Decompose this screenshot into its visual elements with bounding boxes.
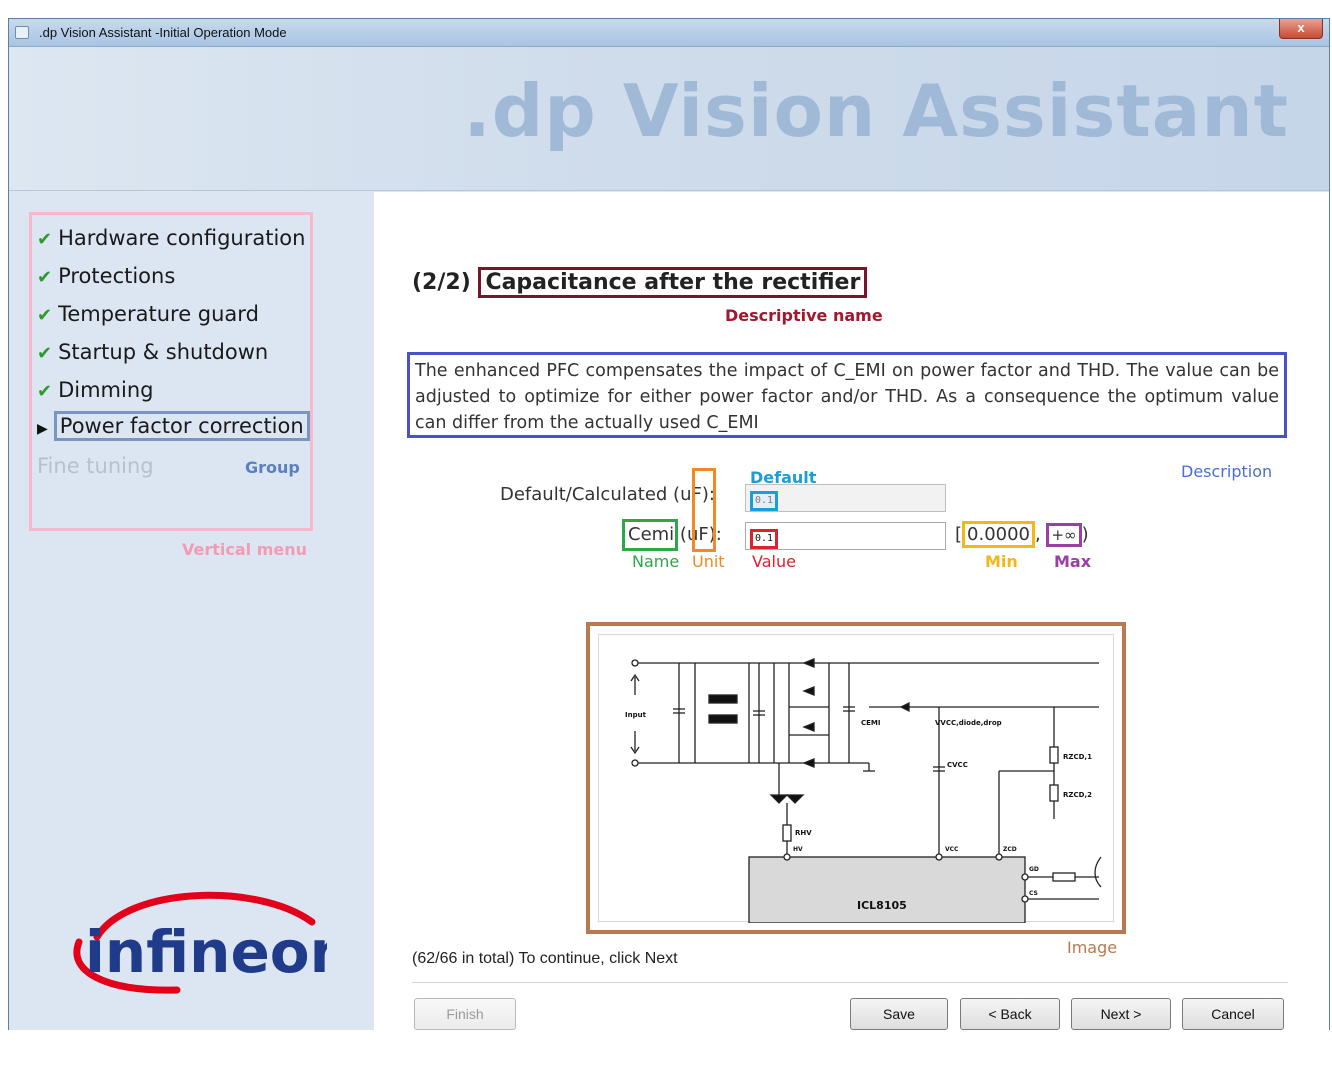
- window-title: .dp Vision Assistant -Initial Operation …: [39, 25, 287, 40]
- schematic-cvcc-label: CVCC: [947, 761, 968, 769]
- unit-highlight: [692, 468, 716, 552]
- schematic-image: Input CEMI VVCC,diode,drop CVCC RZCD,1 R…: [598, 634, 1114, 924]
- range-label: [0.0000, +∞): [955, 521, 1089, 548]
- current-arrow-icon: ▶: [37, 421, 48, 437]
- vertical-menu: [29, 212, 313, 531]
- annotation-unit: Unit: [692, 552, 725, 571]
- cancel-button[interactable]: Cancel: [1182, 998, 1284, 1030]
- schematic-rzcd1-label: RZCD,1: [1063, 753, 1092, 761]
- schematic-chip-label: ICL8105: [857, 899, 907, 912]
- application-window: .dp Vision Assistant -Initial Operation …: [8, 18, 1330, 1030]
- description-text: The enhanced PFC compensates the impact …: [407, 352, 1287, 438]
- schematic-pin-hv: HV: [793, 846, 803, 853]
- range-separator: ,: [1035, 524, 1041, 545]
- menu-item-label: Hardware configuration: [58, 226, 306, 250]
- default-label: Default/Calculated (uF):: [500, 484, 715, 505]
- infineon-logo: infineon: [73, 891, 327, 994]
- menu-item-hardware-configuration[interactable]: ✔ Hardware configuration: [37, 226, 305, 250]
- schematic-pin-zcd: ZCD: [1003, 846, 1017, 853]
- schematic-pin-vcc: VCC: [945, 846, 959, 853]
- check-icon: ✔: [37, 229, 53, 250]
- menu-item-label: Startup & shutdown: [58, 340, 269, 364]
- annotation-vertical-menu: Vertical menu: [182, 540, 308, 559]
- schematic-pin-cs: CS: [1029, 890, 1038, 897]
- min-value: 0.0000: [962, 521, 1036, 548]
- menu-item-dimming[interactable]: ✔ Dimming: [37, 378, 154, 402]
- default-label-prefix: Default/Calculated (: [500, 484, 681, 505]
- close-button[interactable]: x: [1279, 19, 1323, 39]
- footer-divider: [412, 982, 1288, 983]
- banner-title: .dp Vision Assistant: [463, 69, 1289, 153]
- check-icon: ✔: [37, 343, 53, 364]
- annotation-value: Value: [752, 552, 796, 571]
- annotation-description: Description: [1181, 462, 1273, 481]
- schematic-rzcd2-label: RZCD,2: [1063, 791, 1092, 799]
- annotation-group: Group: [245, 458, 300, 477]
- sidebar: ✔ Hardware configuration ✔ Protections ✔ Te…: [9, 192, 374, 1030]
- header-banner: .dp Vision Assistant: [9, 47, 1329, 191]
- step-counter: (2/2): [412, 270, 471, 295]
- menu-item-label: Power factor correction: [53, 411, 310, 441]
- save-button[interactable]: Save: [850, 998, 948, 1030]
- app-icon: [15, 26, 29, 39]
- schematic-cemi-label: CEMI: [861, 719, 881, 727]
- menu-item-temperature-guard[interactable]: ✔ Temperature guard: [37, 302, 259, 326]
- descriptive-name: Capacitance after the rectifier: [478, 267, 868, 298]
- main-content: (2/2) Capacitance after the rectifier De…: [374, 192, 1329, 1030]
- schematic-pin-gd: GD: [1029, 866, 1039, 873]
- annotation-default: Default: [750, 468, 817, 487]
- menu-item-startup-shutdown[interactable]: ✔ Startup & shutdown: [37, 340, 268, 364]
- annotation-name: Name: [632, 552, 680, 571]
- logo-text: infineon: [85, 918, 327, 986]
- menu-item-label: Fine tuning: [37, 454, 154, 478]
- schematic-input-label: Input: [625, 711, 647, 719]
- annotation-max: Max: [1054, 552, 1092, 571]
- name-highlight: [622, 519, 678, 551]
- menu-item-label: Protections: [58, 264, 176, 288]
- menu-item-label: Temperature guard: [58, 302, 259, 326]
- finish-button: Finish: [414, 998, 516, 1030]
- input-value: 0.1: [750, 529, 779, 549]
- title-bar[interactable]: .dp Vision Assistant -Initial Operation …: [9, 19, 1329, 47]
- menu-item-label: Dimming: [58, 378, 154, 402]
- circuit-diagram: Input CEMI VVCC,diode,drop CVCC RZCD,1 R…: [625, 658, 1102, 924]
- menu-item-protections[interactable]: ✔ Protections: [37, 264, 175, 288]
- annotation-image: Image: [1067, 938, 1118, 957]
- menu-item-fine-tuning: Fine tuning: [37, 454, 154, 478]
- schematic-vcc-drop-label: VVCC,diode,drop: [935, 719, 1002, 727]
- schematic-rhv-label: RHV: [795, 829, 812, 837]
- default-value: 0.1: [750, 491, 779, 511]
- check-icon: ✔: [37, 267, 53, 288]
- annotation-descriptive-name: Descriptive name: [725, 306, 883, 325]
- schematic-image-frame: Input CEMI VVCC,diode,drop CVCC RZCD,1 R…: [586, 622, 1126, 934]
- range-open: [: [955, 524, 963, 545]
- max-value: +∞: [1046, 523, 1082, 547]
- check-icon: ✔: [37, 381, 53, 402]
- menu-item-power-factor-correction[interactable]: ▶ Power factor correction: [37, 411, 310, 441]
- next-button[interactable]: Next >: [1071, 998, 1171, 1030]
- back-button[interactable]: < Back: [960, 998, 1060, 1030]
- check-icon: ✔: [37, 305, 53, 326]
- annotation-min: Min: [985, 552, 1018, 571]
- range-close: ): [1081, 524, 1089, 545]
- page-title: (2/2) Capacitance after the rectifier: [412, 267, 868, 298]
- progress-text: (62/66 in total) To continue, click Next: [412, 950, 678, 967]
